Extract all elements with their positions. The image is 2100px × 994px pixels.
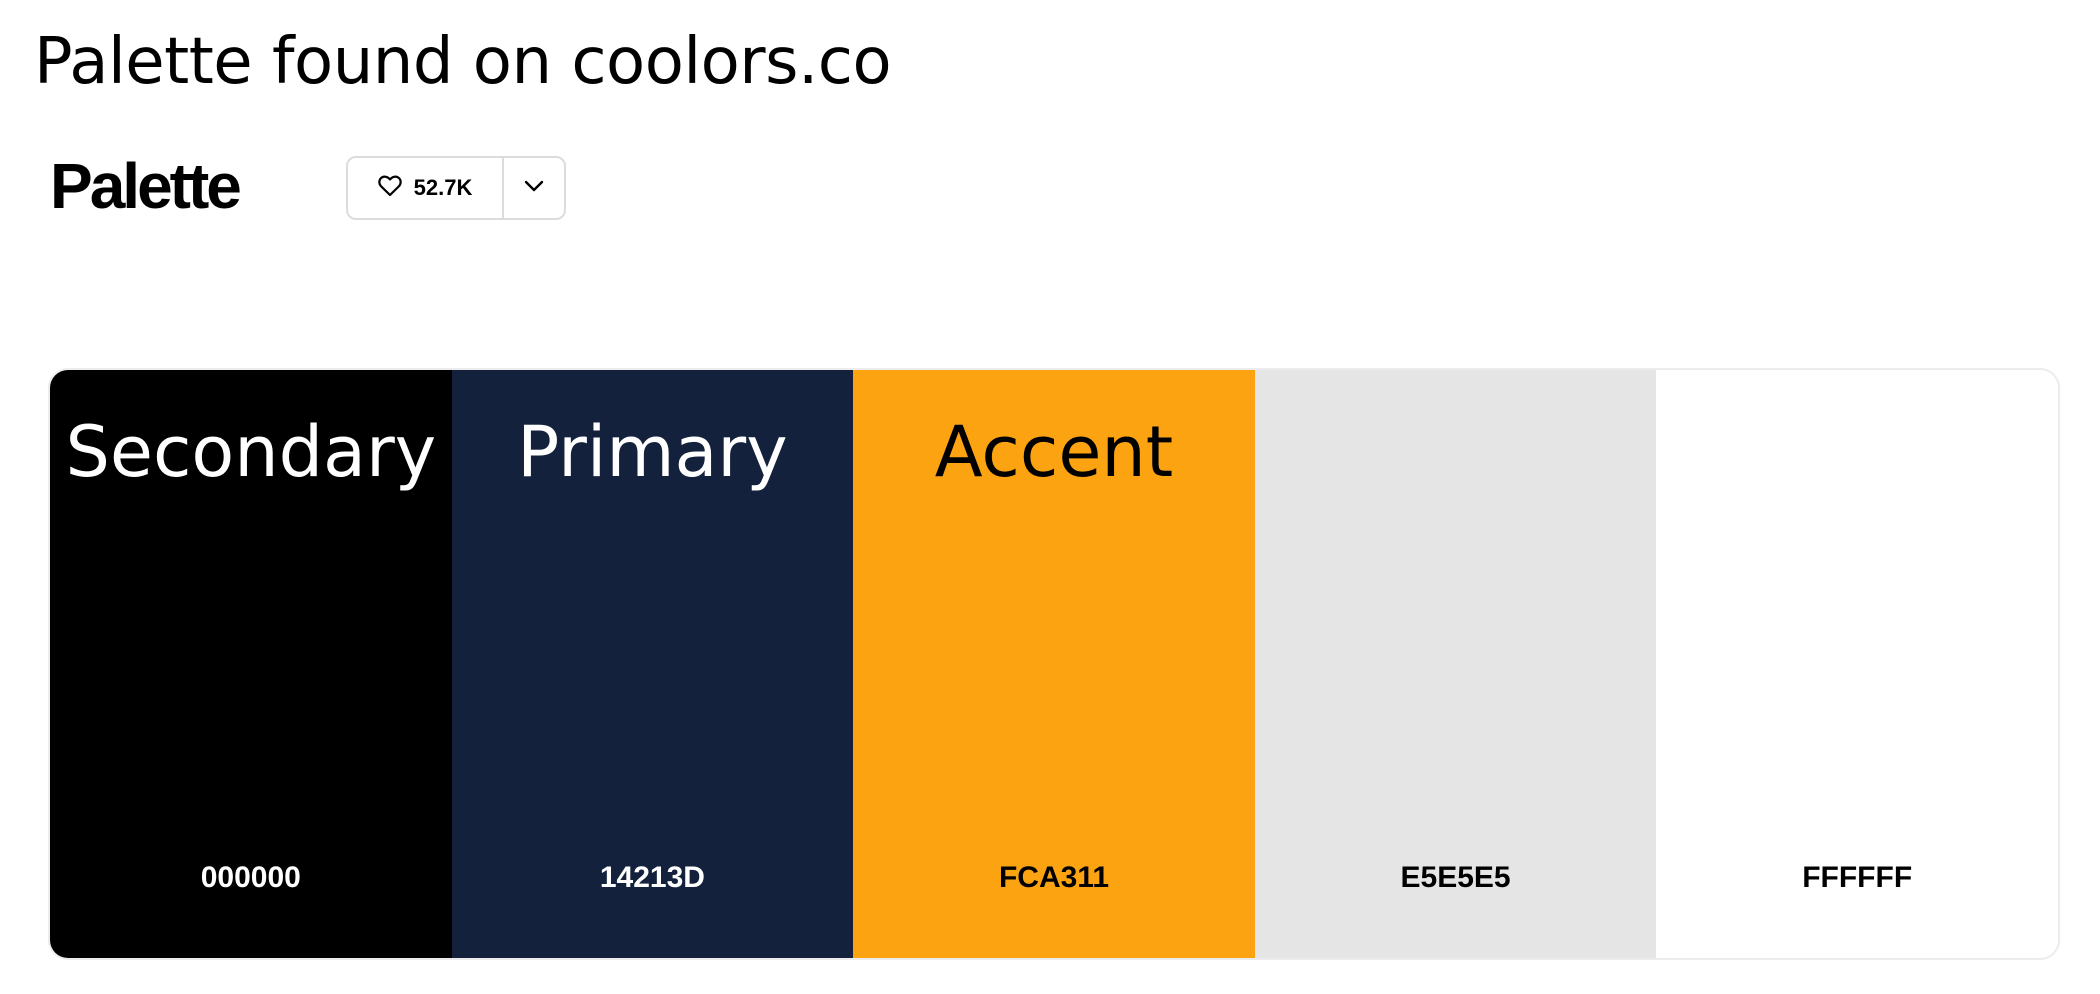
- more-options-button[interactable]: [504, 158, 564, 218]
- color-swatch[interactable]: Accent FCA311: [853, 370, 1255, 958]
- heart-icon: [377, 175, 402, 202]
- chevron-down-icon: [523, 179, 545, 198]
- swatch-role-label: Secondary: [65, 411, 437, 493]
- swatch-hex-code[interactable]: 14213D: [452, 858, 854, 898]
- like-button-group: 52.7K: [346, 156, 566, 220]
- swatch-hex-code[interactable]: E5E5E5: [1255, 858, 1657, 898]
- swatch-hex-code[interactable]: FCA311: [853, 858, 1255, 898]
- palette-title: Palette: [50, 150, 242, 222]
- swatch-role-label: Accent: [934, 411, 1174, 493]
- like-button[interactable]: 52.7K: [348, 158, 504, 218]
- swatch-hex-code[interactable]: 000000: [50, 858, 452, 898]
- color-swatch[interactable]: E5E5E5: [1254, 370, 1657, 958]
- swatch-role-label: Primary: [517, 411, 788, 493]
- color-palette: Secondary 000000 Primary 14213D Accent F…: [48, 368, 2060, 960]
- color-swatch[interactable]: FFFFFF: [1656, 370, 2058, 958]
- swatch-hex-code[interactable]: FFFFFF: [1656, 858, 2058, 898]
- color-swatch[interactable]: Secondary 000000: [50, 370, 452, 958]
- page-heading: Palette found on coolors.co: [34, 25, 892, 99]
- like-count: 52.7K: [413, 175, 473, 200]
- color-swatch[interactable]: Primary 14213D: [451, 370, 854, 958]
